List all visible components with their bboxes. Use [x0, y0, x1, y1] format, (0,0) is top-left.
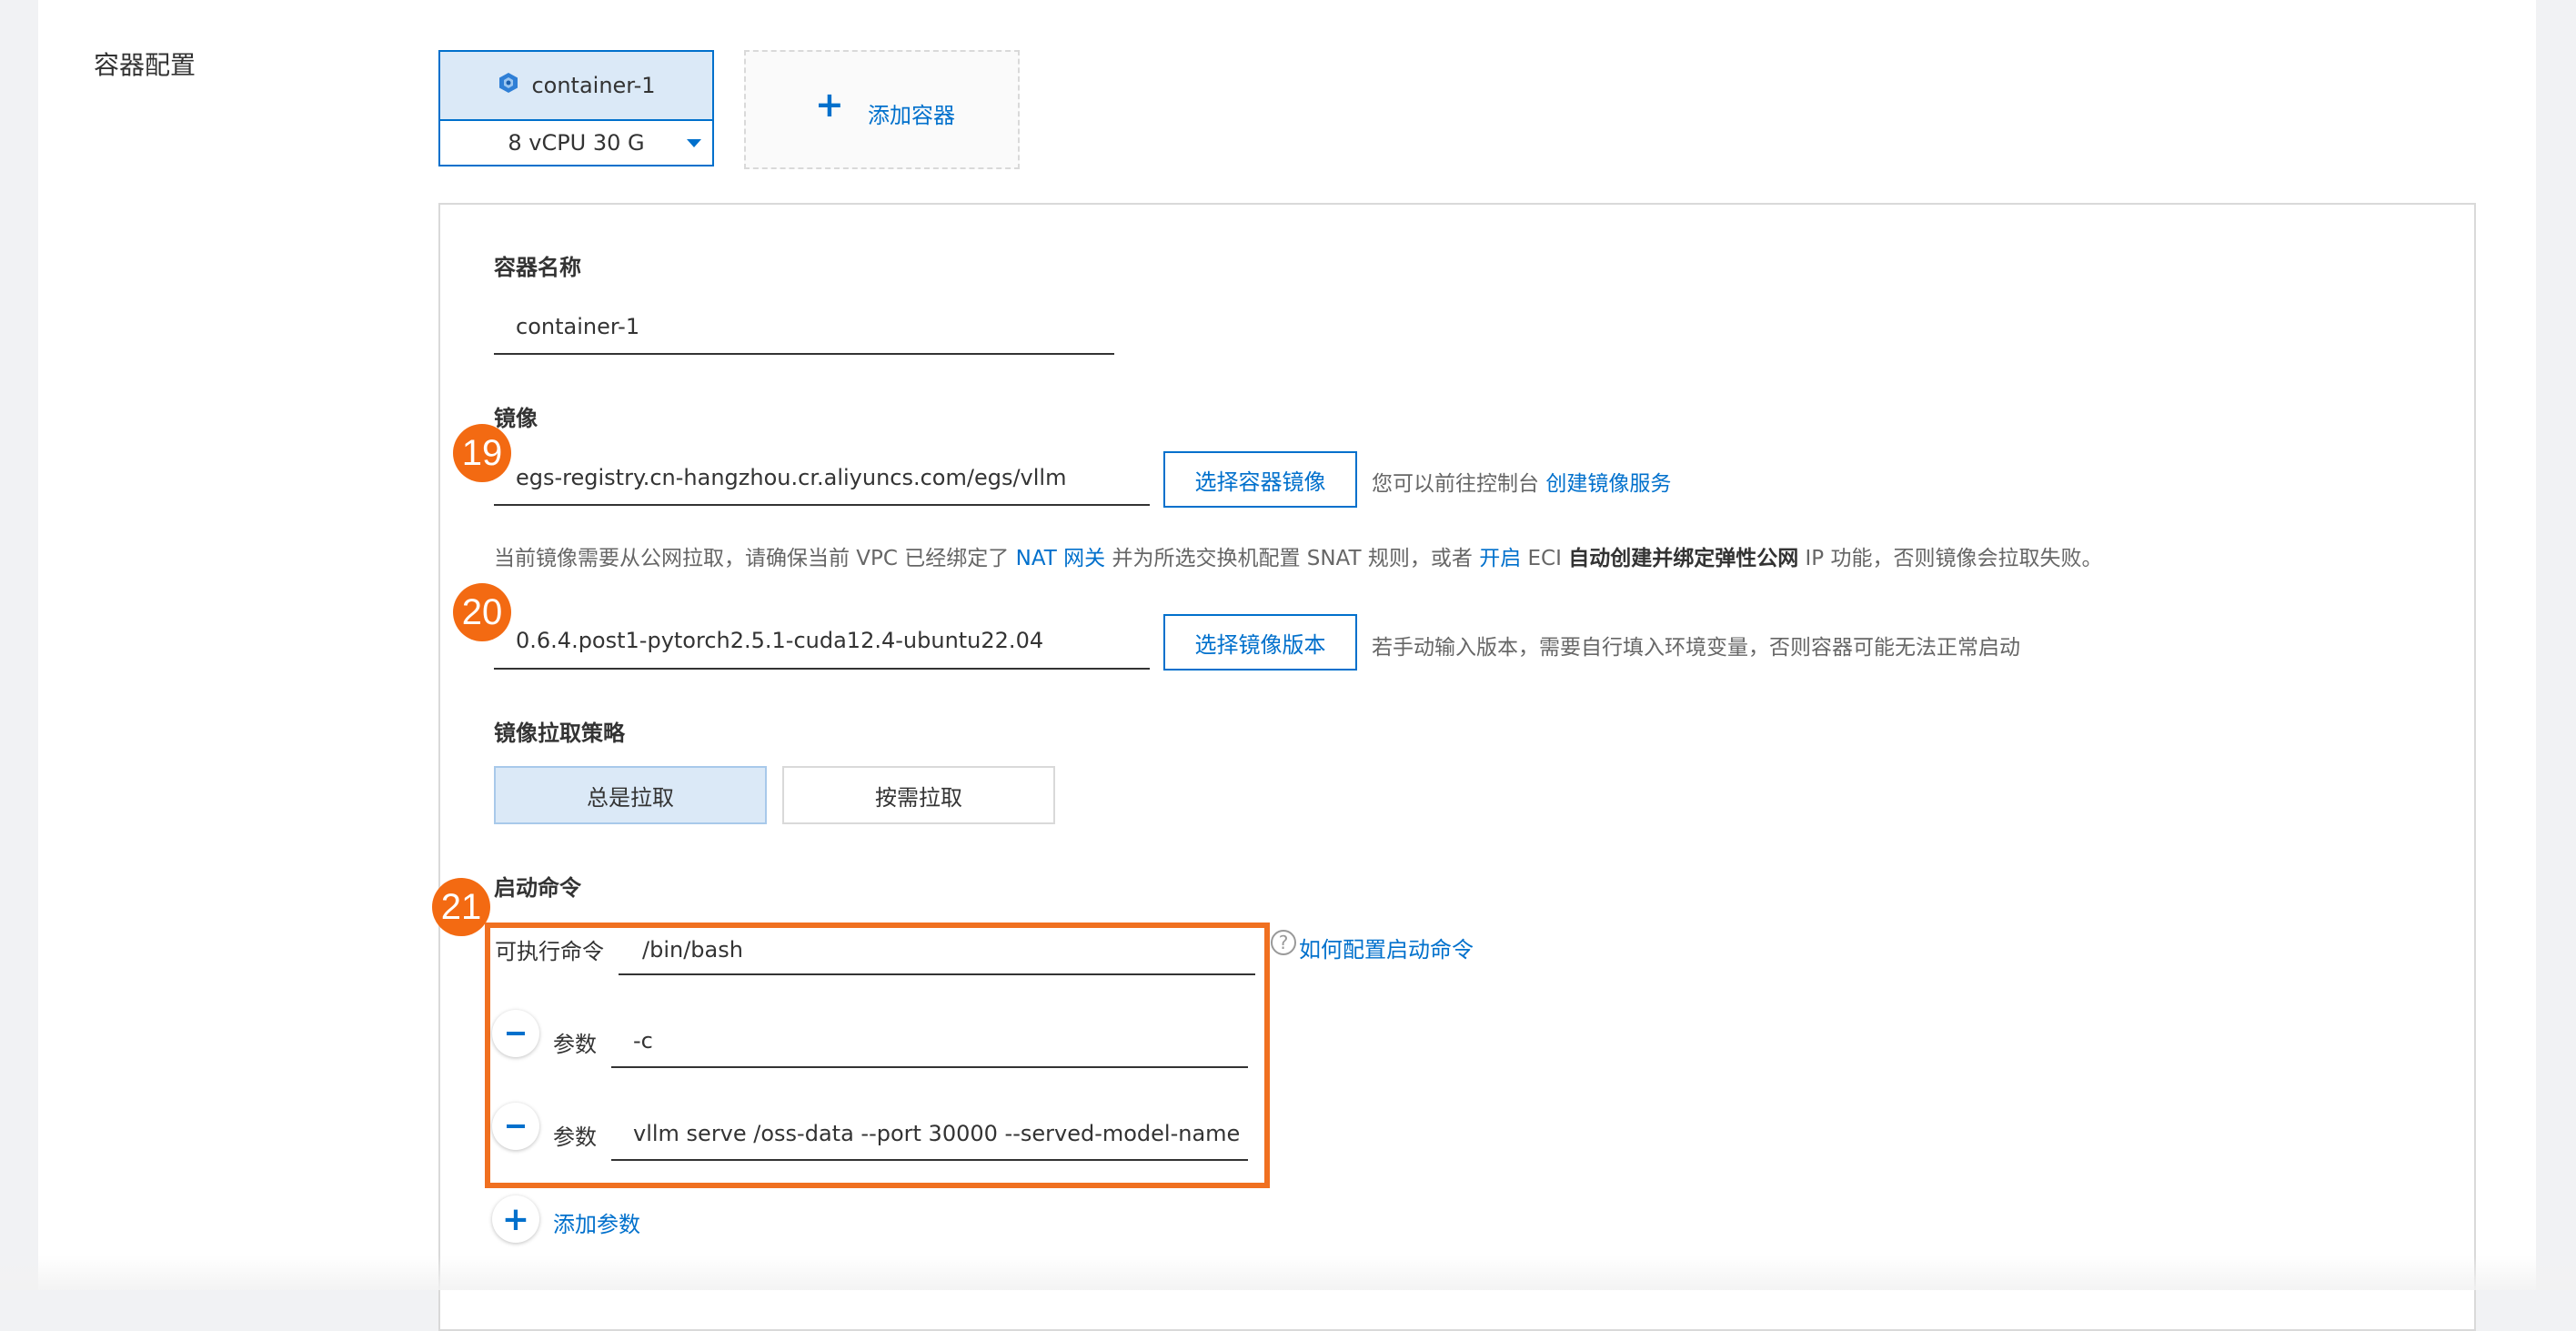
- notice-text-1: 当前镜像需要从公网拉取，请确保当前 VPC 已经绑定了: [494, 547, 1010, 570]
- image-hint: 您可以前往控制台 创建镜像服务: [1372, 466, 1671, 497]
- image-version-input[interactable]: 0.6.4.post1-pytorch2.5.1-cuda12.4-ubuntu…: [494, 613, 1150, 670]
- step-badge-21: 21: [432, 878, 490, 936]
- pull-on-demand-option[interactable]: 按需拉取: [782, 766, 1055, 824]
- image-hint-text: 您可以前往控制台: [1372, 472, 1539, 496]
- enable-link[interactable]: 开启: [1479, 547, 1521, 570]
- param-2-input[interactable]: vllm serve /oss-data --port 30000 --serv…: [611, 1108, 1248, 1161]
- nat-gateway-link[interactable]: NAT 网关: [1016, 547, 1106, 570]
- chevron-down-icon: [687, 139, 701, 147]
- exec-command-label: 可执行命令: [495, 939, 604, 964]
- image-value: egs-registry.cn-hangzhou.cr.aliyuncs.com…: [516, 465, 1067, 490]
- container-name-value: container-1: [516, 314, 640, 339]
- pull-policy-label: 镜像拉取策略: [494, 721, 625, 746]
- add-container-button[interactable]: + 添加容器: [744, 50, 1020, 169]
- param-2-value: vllm serve /oss-data --port 30000 --serv…: [633, 1121, 1241, 1146]
- notice-text-4: IP 功能，否则镜像会拉取失败。: [1805, 547, 2103, 570]
- add-param-link[interactable]: 添加参数: [553, 1206, 640, 1238]
- param-1-input[interactable]: -c: [611, 1015, 1248, 1068]
- create-image-service-link[interactable]: 创建镜像服务: [1545, 472, 1671, 496]
- container-tab[interactable]: container-1 8 vCPU 30 G: [438, 50, 714, 166]
- container-spec-value: 8 vCPU 30 G: [508, 130, 645, 156]
- plus-icon: +: [815, 85, 844, 125]
- help-icon[interactable]: ?: [1271, 930, 1296, 955]
- section-label: 容器配置: [94, 50, 196, 80]
- container-tab-header[interactable]: container-1: [440, 52, 712, 121]
- add-container-label: 添加容器: [868, 103, 955, 128]
- exec-command-value: /bin/bash: [642, 937, 743, 963]
- notice-bold-text: 自动创建并绑定弹性公网: [1568, 547, 1799, 570]
- param-1-value: -c: [633, 1028, 653, 1054]
- remove-param-1-button[interactable]: [492, 1010, 539, 1057]
- container-tab-name: container-1: [531, 73, 656, 98]
- select-container-image-button[interactable]: 选择容器镜像: [1163, 451, 1357, 508]
- startup-help-link[interactable]: 如何配置启动命令: [1299, 932, 1474, 963]
- startup-command-label: 启动命令: [494, 875, 581, 901]
- add-param-plus-icon[interactable]: +: [492, 1195, 539, 1243]
- bottom-fade: [0, 1255, 2576, 1290]
- notice-text-3: ECI: [1527, 547, 1562, 570]
- image-label: 镜像: [494, 406, 538, 431]
- container-name-label: 容器名称: [494, 255, 581, 280]
- param-label-2: 参数: [553, 1124, 597, 1150]
- image-version-hint: 若手动输入版本，需要自行填入环境变量，否则容器可能无法正常启动: [1372, 636, 2020, 660]
- pull-always-option[interactable]: 总是拉取: [494, 766, 767, 824]
- exec-command-input[interactable]: /bin/bash: [619, 926, 1255, 975]
- select-image-version-button[interactable]: 选择镜像版本: [1163, 614, 1357, 671]
- image-input[interactable]: egs-registry.cn-hangzhou.cr.aliyuncs.com…: [494, 451, 1150, 506]
- image-version-value: 0.6.4.post1-pytorch2.5.1-cuda12.4-ubuntu…: [516, 628, 1044, 653]
- notice-text-2: 并为所选交换机配置 SNAT 规则，或者: [1112, 547, 1473, 570]
- container-spec-select[interactable]: 8 vCPU 30 G: [440, 121, 712, 165]
- remove-param-2-button[interactable]: [492, 1103, 539, 1150]
- image-pull-notice: 当前镜像需要从公网拉取，请确保当前 VPC 已经绑定了 NAT 网关 并为所选交…: [494, 540, 2102, 571]
- container-name-input[interactable]: container-1: [494, 300, 1114, 355]
- param-label-1: 参数: [553, 1032, 597, 1057]
- container-icon: [497, 71, 520, 100]
